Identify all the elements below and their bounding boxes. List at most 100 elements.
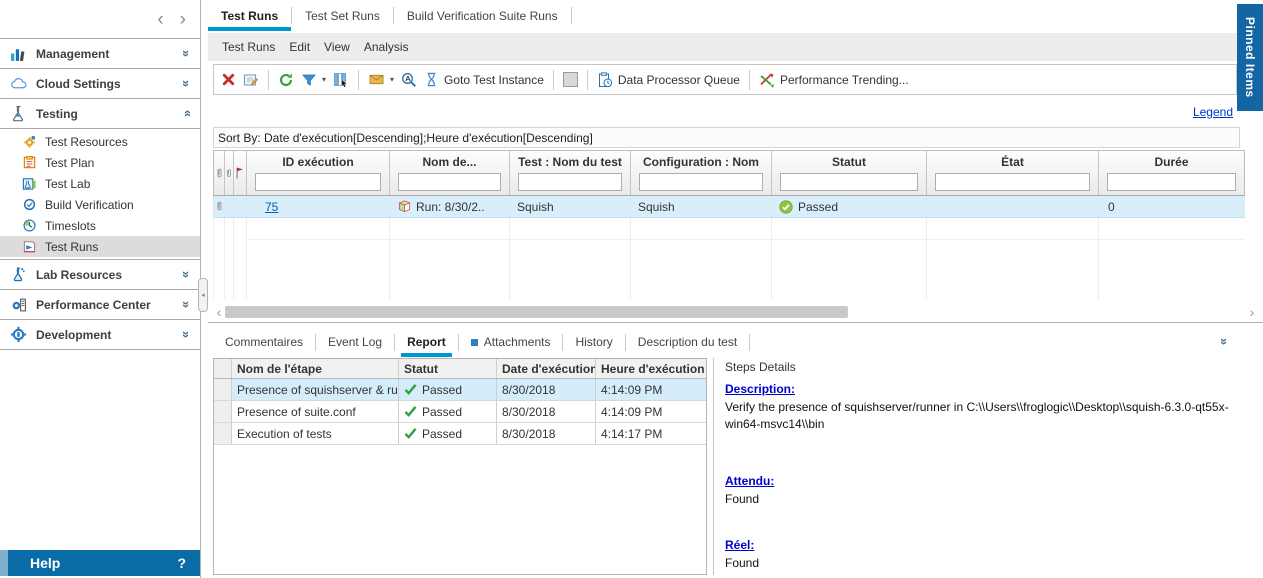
column-header-label: Test : Nom du test bbox=[510, 151, 630, 169]
sidebar-item-test-resources[interactable]: Test Resources bbox=[0, 131, 200, 152]
menu-test-runs[interactable]: Test Runs bbox=[222, 40, 275, 54]
column-header-label: Nom de... bbox=[390, 151, 509, 169]
column-statut[interactable]: Statut bbox=[772, 151, 927, 195]
tab-attachments[interactable]: Attachments bbox=[459, 327, 563, 357]
filter-input-etat[interactable] bbox=[935, 173, 1090, 191]
tab-separator bbox=[749, 334, 750, 351]
section-label: Cloud Settings bbox=[36, 77, 183, 91]
flask-icon bbox=[10, 105, 27, 122]
col-step-date[interactable]: Date d'exécution bbox=[497, 359, 596, 378]
menu-edit[interactable]: Edit bbox=[289, 40, 310, 54]
nav-back-icon[interactable]: ‹ bbox=[157, 10, 163, 29]
sidebar-section-management[interactable]: Management » bbox=[0, 38, 200, 68]
filter-input-id-execution[interactable] bbox=[255, 173, 381, 191]
tab-build-verification-suite-runs[interactable]: Build Verification Suite Runs bbox=[394, 0, 571, 31]
column-nom[interactable]: Nom de... bbox=[390, 151, 510, 195]
row-selector-cell[interactable] bbox=[214, 379, 232, 400]
description-link[interactable]: Description: bbox=[725, 382, 795, 396]
grid-view-toggle-button[interactable] bbox=[563, 72, 578, 87]
tab-report[interactable]: Report bbox=[395, 327, 458, 357]
filter-input-test-name[interactable] bbox=[518, 173, 622, 191]
select-columns-button[interactable] bbox=[333, 72, 349, 88]
filter-input-nom[interactable] bbox=[398, 173, 501, 191]
scroll-left-icon[interactable]: ‹ bbox=[213, 305, 225, 319]
tab-description-du-test[interactable]: Description du test bbox=[626, 327, 749, 357]
collapse-panel-chevron-icon[interactable]: » bbox=[1218, 338, 1231, 345]
column-duree[interactable]: Durée bbox=[1099, 151, 1244, 195]
sidebar-section-development[interactable]: Development » bbox=[0, 319, 200, 349]
delete-button[interactable] bbox=[221, 72, 236, 87]
step-name-text: Execution of tests bbox=[237, 427, 332, 441]
column-follow-flag[interactable] bbox=[234, 151, 247, 195]
sidebar-item-test-lab[interactable]: Test Lab bbox=[0, 173, 200, 194]
step-date-text: 8/30/2018 bbox=[502, 405, 555, 419]
find-button[interactable]: A bbox=[401, 72, 417, 88]
data-processor-queue-button[interactable]: Data Processor Queue bbox=[597, 72, 740, 88]
filter-input-configuration[interactable] bbox=[639, 173, 763, 191]
row-test-name-cell: Squish bbox=[510, 196, 631, 217]
col-step-status[interactable]: Statut bbox=[399, 359, 497, 378]
scroll-right-icon[interactable]: › bbox=[1246, 305, 1258, 319]
tab-commentaires[interactable]: Commentaires bbox=[213, 327, 315, 357]
row-selector-cell[interactable] bbox=[214, 401, 232, 422]
report-step-row[interactable]: Presence of suite.conf Passed 8/30/2018 … bbox=[214, 401, 706, 423]
data-processor-queue-label: Data Processor Queue bbox=[618, 73, 740, 87]
column-test-name[interactable]: Test : Nom du test bbox=[510, 151, 631, 195]
sidebar-item-label: Test Lab bbox=[45, 177, 90, 191]
column-attachment[interactable] bbox=[214, 151, 225, 195]
column-header-label: Statut bbox=[404, 362, 438, 376]
run-id-link[interactable]: 75 bbox=[265, 200, 278, 214]
column-id-execution[interactable]: ID exécution bbox=[247, 151, 390, 195]
filter-input-statut[interactable] bbox=[780, 173, 918, 191]
pinned-items-tab[interactable]: Pinned Items bbox=[1237, 4, 1263, 111]
report-step-row[interactable]: Presence of squishserver & runne Passed … bbox=[214, 379, 706, 401]
row-status-cell: Passed bbox=[772, 196, 927, 217]
sidebar-item-label: Test Resources bbox=[45, 135, 128, 149]
filter-input-duree[interactable] bbox=[1107, 173, 1236, 191]
main-area: Test Runs Test Set Runs Build Verificati… bbox=[208, 0, 1263, 578]
sidebar-section-performance-center[interactable]: Performance Center » bbox=[0, 289, 200, 319]
column-etat[interactable]: État bbox=[927, 151, 1099, 195]
test-run-row[interactable]: 75 Run: 8/30/2.. Squish Squish Passed 0 bbox=[213, 196, 1245, 218]
col-step-time[interactable]: Heure d'exécution bbox=[596, 359, 706, 378]
menu-analysis[interactable]: Analysis bbox=[364, 40, 409, 54]
nav-forward-icon[interactable]: › bbox=[180, 10, 186, 29]
sidebar-item-timeslots[interactable]: Timeslots bbox=[0, 215, 200, 236]
performance-trending-button[interactable]: Performance Trending... bbox=[759, 72, 909, 88]
sidebar-section-cloud-settings[interactable]: Cloud Settings » bbox=[0, 68, 200, 98]
tab-event-log[interactable]: Event Log bbox=[316, 327, 394, 357]
scrollbar-track[interactable] bbox=[225, 306, 1246, 318]
legend-link[interactable]: Legend bbox=[1193, 105, 1233, 119]
filter-button[interactable]: ▾ bbox=[301, 72, 326, 88]
actual-link[interactable]: Réel: bbox=[725, 538, 754, 552]
scrollbar-thumb[interactable] bbox=[225, 306, 848, 318]
column-header-label: Heure d'exécution bbox=[601, 362, 705, 376]
sidebar-item-test-runs[interactable]: Test Runs bbox=[0, 236, 200, 257]
toolbar-separator bbox=[749, 70, 750, 90]
report-step-row[interactable]: Execution of tests Passed 8/30/2018 4:14… bbox=[214, 423, 706, 445]
sidebar-collapse-handle[interactable]: ◂ bbox=[198, 278, 208, 312]
menu-bar: Test Runs Edit View Analysis bbox=[208, 33, 1263, 61]
col-step-name[interactable]: Nom de l'étape bbox=[232, 359, 399, 378]
goto-test-instance-button[interactable]: Goto Test Instance bbox=[424, 72, 544, 87]
sidebar-section-testing[interactable]: Testing » bbox=[0, 98, 200, 128]
expected-link[interactable]: Attendu: bbox=[725, 474, 774, 488]
tab-test-set-runs[interactable]: Test Set Runs bbox=[292, 0, 393, 31]
tab-history[interactable]: History bbox=[563, 327, 624, 357]
run-details-button[interactable] bbox=[243, 72, 259, 88]
column-linked[interactable] bbox=[225, 151, 234, 195]
refresh-button[interactable] bbox=[278, 72, 294, 88]
sidebar-item-label: Test Plan bbox=[45, 156, 94, 170]
row-selector-cell[interactable] bbox=[214, 423, 232, 444]
send-mail-button[interactable]: ▾ bbox=[368, 72, 394, 87]
refresh-icon bbox=[278, 72, 294, 88]
menu-view[interactable]: View bbox=[324, 40, 350, 54]
tab-test-runs[interactable]: Test Runs bbox=[208, 0, 291, 31]
tab-label: Test Runs bbox=[221, 9, 278, 23]
sidebar-section-lab-resources[interactable]: Lab Resources » bbox=[0, 259, 200, 289]
help-bar[interactable]: Help ? bbox=[0, 550, 200, 576]
sidebar-item-test-plan[interactable]: Test Plan bbox=[0, 152, 200, 173]
test-lab-icon bbox=[22, 176, 37, 191]
column-configuration[interactable]: Configuration : Nom bbox=[631, 151, 772, 195]
sidebar-item-build-verification[interactable]: Build Verification bbox=[0, 194, 200, 215]
